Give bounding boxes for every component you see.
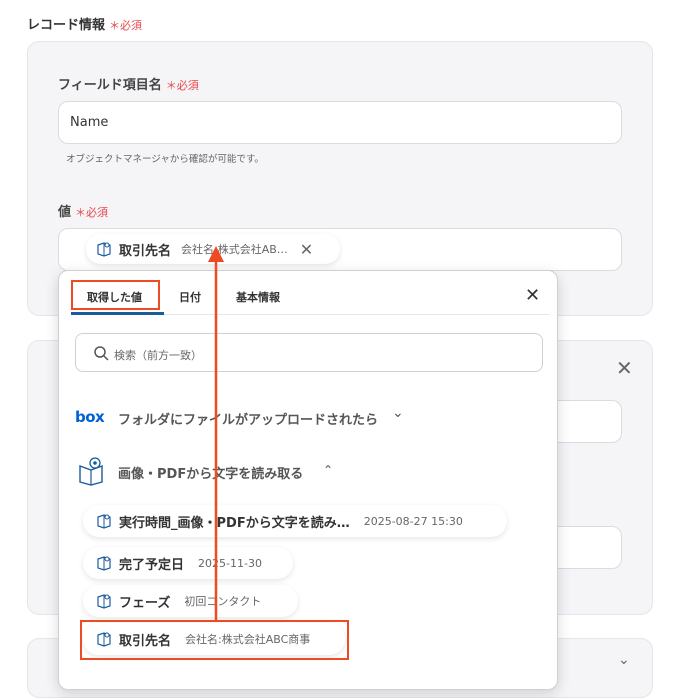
annotation-arrow xyxy=(208,246,224,620)
